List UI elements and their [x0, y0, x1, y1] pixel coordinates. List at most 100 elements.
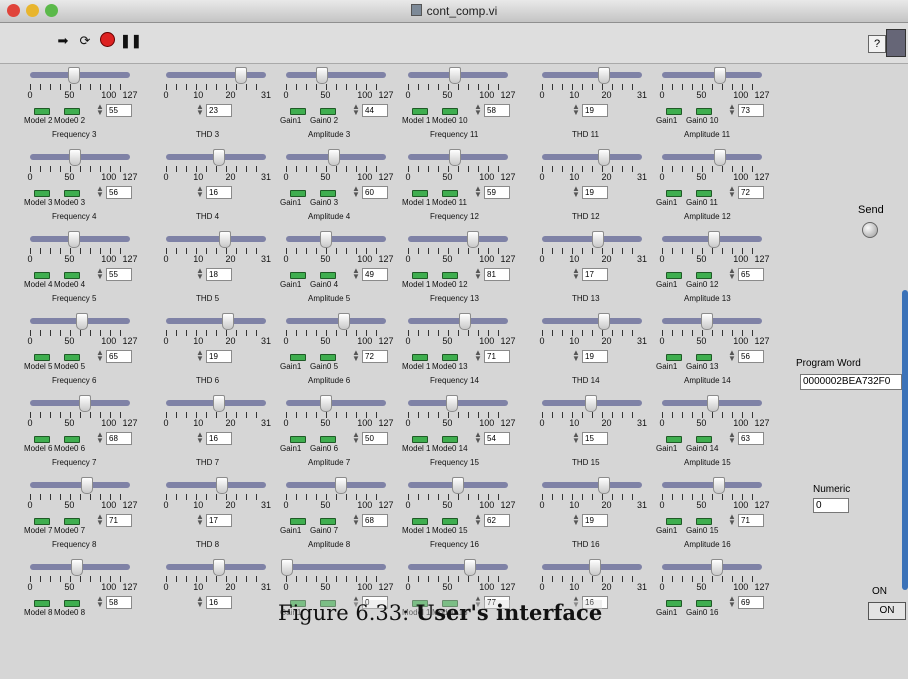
thd-slider-track[interactable]	[542, 67, 642, 84]
mode-switch[interactable]	[64, 436, 80, 443]
increment-arrows-icon[interactable]: ▲ ▼	[728, 185, 736, 199]
increment-arrows-icon[interactable]: ▲ ▼	[474, 185, 482, 199]
increment-arrows-icon[interactable]: ▲ ▼	[572, 431, 580, 445]
increment-arrows-icon[interactable]: ▲ ▼	[728, 431, 736, 445]
mode-switch[interactable]	[34, 600, 50, 607]
amplitude-slider-thumb[interactable]	[708, 231, 721, 248]
mode-switch[interactable]	[412, 108, 428, 115]
amplitude-slider-track[interactable]	[286, 67, 386, 84]
gain-switch[interactable]	[290, 518, 306, 525]
help-button[interactable]: ?	[868, 35, 886, 53]
value-field[interactable]: 19	[206, 350, 232, 363]
mode-switch[interactable]	[412, 354, 428, 361]
thd-slider-thumb[interactable]	[212, 559, 225, 576]
frequency-slider-thumb[interactable]	[449, 149, 462, 166]
value-field[interactable]: 65	[738, 268, 764, 281]
gain-switch[interactable]	[290, 272, 306, 279]
mode-switch[interactable]	[34, 436, 50, 443]
mode-switch[interactable]	[64, 272, 80, 279]
gain-switch[interactable]	[290, 354, 306, 361]
value-field[interactable]: 69	[738, 596, 764, 609]
gain-switch[interactable]	[666, 436, 682, 443]
amplitude-slider-thumb[interactable]	[334, 477, 347, 494]
gain-switch[interactable]	[696, 518, 712, 525]
mode-switch[interactable]	[34, 518, 50, 525]
frequency-slider-track[interactable]	[408, 67, 508, 84]
amplitude-slider-track[interactable]	[662, 559, 762, 576]
value-field[interactable]: 72	[362, 350, 388, 363]
increment-arrows-icon[interactable]: ▲ ▼	[96, 513, 104, 527]
frequency-slider-thumb[interactable]	[78, 395, 91, 412]
frequency-slider-thumb[interactable]	[451, 477, 464, 494]
value-field[interactable]: 54	[484, 432, 510, 445]
gain-switch[interactable]	[666, 272, 682, 279]
amplitude-slider-track[interactable]	[286, 231, 386, 248]
thd-slider-thumb[interactable]	[598, 313, 611, 330]
mode-switch[interactable]	[64, 354, 80, 361]
run-arrow-icon[interactable]: ➡	[54, 32, 72, 50]
increment-arrows-icon[interactable]: ▲ ▼	[474, 431, 482, 445]
value-field[interactable]: 60	[362, 186, 388, 199]
run-continuous-icon[interactable]: ⟳	[76, 32, 94, 50]
pause-icon[interactable]: ❚❚	[120, 32, 142, 50]
mode-switch[interactable]	[64, 600, 80, 607]
value-field[interactable]: 19	[582, 186, 608, 199]
thd-slider-thumb[interactable]	[585, 395, 598, 412]
mode-switch[interactable]	[442, 272, 458, 279]
frequency-slider-track[interactable]	[30, 149, 130, 166]
amplitude-slider-thumb[interactable]	[337, 313, 350, 330]
value-field[interactable]: 68	[362, 514, 388, 527]
frequency-slider-thumb[interactable]	[68, 67, 81, 84]
thd-slider-track[interactable]	[166, 395, 266, 412]
thd-slider-track[interactable]	[542, 559, 642, 576]
mode-switch[interactable]	[34, 108, 50, 115]
gain-switch[interactable]	[290, 108, 306, 115]
value-field[interactable]: 18	[206, 268, 232, 281]
thd-slider-track[interactable]	[166, 149, 266, 166]
mode-switch[interactable]	[412, 272, 428, 279]
thd-slider-track[interactable]	[166, 559, 266, 576]
increment-arrows-icon[interactable]: ▲ ▼	[572, 349, 580, 363]
numeric-field[interactable]: 0	[813, 498, 849, 513]
gain-switch[interactable]	[320, 272, 336, 279]
gain-switch[interactable]	[320, 354, 336, 361]
gain-switch[interactable]	[666, 518, 682, 525]
increment-arrows-icon[interactable]: ▲ ▼	[474, 349, 482, 363]
thd-slider-thumb[interactable]	[598, 477, 611, 494]
gain-switch[interactable]	[666, 108, 682, 115]
amplitude-slider-thumb[interactable]	[712, 477, 725, 494]
thd-slider-thumb[interactable]	[598, 67, 611, 84]
mode-switch[interactable]	[442, 108, 458, 115]
amplitude-slider-thumb[interactable]	[319, 231, 332, 248]
amplitude-slider-track[interactable]	[662, 313, 762, 330]
value-field[interactable]: 15	[582, 432, 608, 445]
value-field[interactable]: 17	[582, 268, 608, 281]
frequency-slider-thumb[interactable]	[76, 313, 89, 330]
gain-switch[interactable]	[666, 354, 682, 361]
amplitude-slider-thumb[interactable]	[706, 395, 719, 412]
increment-arrows-icon[interactable]: ▲ ▼	[196, 267, 204, 281]
mode-switch[interactable]	[34, 272, 50, 279]
value-field[interactable]: 72	[738, 186, 764, 199]
thd-slider-thumb[interactable]	[598, 149, 611, 166]
thd-slider-thumb[interactable]	[588, 559, 601, 576]
increment-arrows-icon[interactable]: ▲ ▼	[96, 267, 104, 281]
thd-slider-track[interactable]	[542, 149, 642, 166]
thd-slider-thumb[interactable]	[591, 231, 604, 248]
increment-arrows-icon[interactable]: ▲ ▼	[196, 595, 204, 609]
thd-slider-thumb[interactable]	[222, 313, 235, 330]
amplitude-slider-track[interactable]	[662, 149, 762, 166]
on-button[interactable]: ON	[868, 602, 906, 620]
frequency-slider-thumb[interactable]	[70, 559, 83, 576]
value-field[interactable]: 63	[738, 432, 764, 445]
mode-switch[interactable]	[412, 436, 428, 443]
value-field[interactable]: 81	[484, 268, 510, 281]
frequency-slider-track[interactable]	[408, 231, 508, 248]
increment-arrows-icon[interactable]: ▲ ▼	[96, 103, 104, 117]
mode-switch[interactable]	[64, 190, 80, 197]
frequency-slider-track[interactable]	[30, 477, 130, 494]
thd-slider-track[interactable]	[166, 477, 266, 494]
increment-arrows-icon[interactable]: ▲ ▼	[572, 513, 580, 527]
gain-switch[interactable]	[290, 190, 306, 197]
increment-arrows-icon[interactable]: ▲ ▼	[352, 513, 360, 527]
